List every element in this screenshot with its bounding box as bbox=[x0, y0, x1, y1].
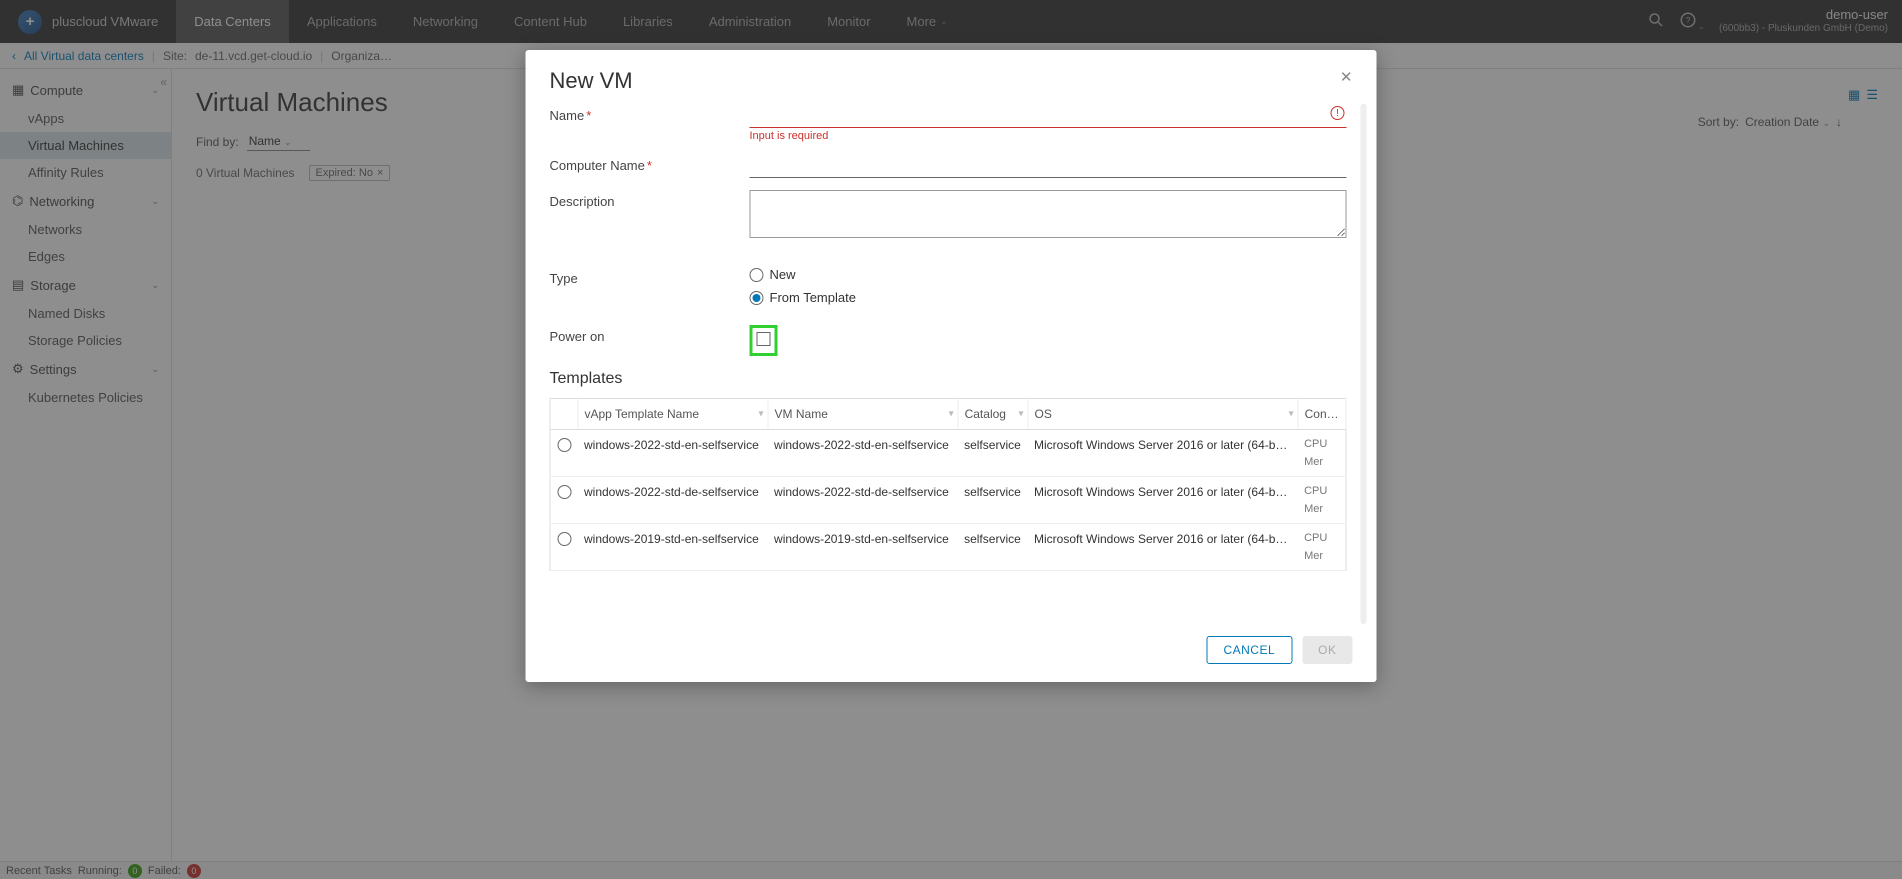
cell-vm-name: windows-2022-std-en-selfservice bbox=[768, 430, 958, 477]
col-os[interactable]: OS▾ bbox=[1028, 399, 1298, 430]
new-vm-modal: New VM ✕ Name* ! Input is required Compu… bbox=[526, 50, 1377, 682]
type-label: Type bbox=[550, 271, 578, 286]
modal-footer: CANCEL OK bbox=[526, 624, 1377, 682]
radio-label: From Template bbox=[770, 290, 856, 305]
cell-template-name: windows-2019-std-en-selfservice bbox=[578, 524, 768, 571]
field-computer-name: Computer Name* bbox=[550, 154, 1347, 178]
row-radio[interactable] bbox=[557, 438, 571, 452]
cancel-button[interactable]: CANCEL bbox=[1206, 636, 1292, 664]
power-on-checkbox[interactable] bbox=[757, 332, 771, 346]
name-input[interactable] bbox=[750, 104, 1347, 128]
radio-type-template[interactable]: From Template bbox=[750, 290, 1347, 305]
cell-vm-name: windows-2019-std-en-selfservice bbox=[768, 524, 958, 571]
cell-template-name: windows-2022-std-de-selfservice bbox=[578, 477, 768, 524]
table-header-row: vApp Template Name▾ VM Name▾ Catalog▾ OS… bbox=[550, 399, 1346, 430]
cell-os: Microsoft Windows Server 2016 or later (… bbox=[1028, 524, 1298, 571]
field-type: Type New From Template bbox=[550, 267, 1347, 313]
field-description: Description bbox=[550, 190, 1347, 241]
filter-icon[interactable]: ▾ bbox=[1018, 409, 1023, 420]
filter-icon[interactable]: ▾ bbox=[1289, 409, 1294, 420]
required-indicator: * bbox=[647, 158, 652, 173]
description-label: Description bbox=[550, 194, 615, 209]
power-on-label: Power on bbox=[550, 329, 605, 344]
filter-icon[interactable]: ▾ bbox=[759, 409, 764, 420]
name-error: Input is required bbox=[750, 130, 1347, 142]
modal-body: Name* ! Input is required Computer Name*… bbox=[526, 104, 1377, 624]
description-input[interactable] bbox=[750, 190, 1347, 238]
required-indicator: * bbox=[586, 108, 591, 123]
templates-table: vApp Template Name▾ VM Name▾ Catalog▾ OS… bbox=[550, 398, 1347, 571]
computer-name-input[interactable] bbox=[750, 154, 1347, 178]
table-row[interactable]: windows-2022-std-en-selfservicewindows-2… bbox=[550, 430, 1346, 477]
cell-catalog: selfservice bbox=[958, 477, 1028, 524]
col-compute[interactable]: Con… bbox=[1298, 399, 1346, 430]
cell-os: Microsoft Windows Server 2016 or later (… bbox=[1028, 477, 1298, 524]
col-catalog[interactable]: Catalog▾ bbox=[958, 399, 1028, 430]
close-icon[interactable]: ✕ bbox=[1340, 68, 1353, 86]
ok-button: OK bbox=[1302, 636, 1352, 664]
scrollbar-thumb[interactable] bbox=[1361, 104, 1367, 406]
cell-compute: CPUMer bbox=[1298, 524, 1346, 571]
power-on-highlight bbox=[750, 325, 778, 356]
computer-name-label: Computer Name bbox=[550, 158, 645, 173]
modal-header: New VM ✕ bbox=[526, 50, 1377, 104]
cell-vm-name: windows-2022-std-de-selfservice bbox=[768, 477, 958, 524]
modal-title: New VM bbox=[550, 68, 633, 94]
col-template-name[interactable]: vApp Template Name▾ bbox=[578, 399, 768, 430]
row-radio[interactable] bbox=[557, 532, 571, 546]
cell-template-name: windows-2022-std-en-selfservice bbox=[578, 430, 768, 477]
cell-catalog: selfservice bbox=[958, 430, 1028, 477]
name-label: Name bbox=[550, 108, 585, 123]
radio-label: New bbox=[770, 267, 796, 282]
radio-icon bbox=[750, 291, 764, 305]
row-radio[interactable] bbox=[557, 485, 571, 499]
radio-icon bbox=[750, 268, 764, 282]
col-select bbox=[550, 399, 578, 430]
table-row[interactable]: windows-2019-std-en-selfservicewindows-2… bbox=[550, 524, 1346, 571]
cell-compute: CPUMer bbox=[1298, 477, 1346, 524]
table-row[interactable]: windows-2022-std-de-selfservicewindows-2… bbox=[550, 477, 1346, 524]
error-icon: ! bbox=[1331, 106, 1345, 120]
col-vm-name[interactable]: VM Name▾ bbox=[768, 399, 958, 430]
filter-icon[interactable]: ▾ bbox=[949, 409, 954, 420]
templates-title: Templates bbox=[550, 370, 1347, 388]
cell-catalog: selfservice bbox=[958, 524, 1028, 571]
cell-os: Microsoft Windows Server 2016 or later (… bbox=[1028, 430, 1298, 477]
field-name: Name* ! Input is required bbox=[550, 104, 1347, 142]
cell-compute: CPUMer bbox=[1298, 430, 1346, 477]
field-power-on: Power on bbox=[550, 325, 1347, 356]
radio-type-new[interactable]: New bbox=[750, 267, 1347, 282]
